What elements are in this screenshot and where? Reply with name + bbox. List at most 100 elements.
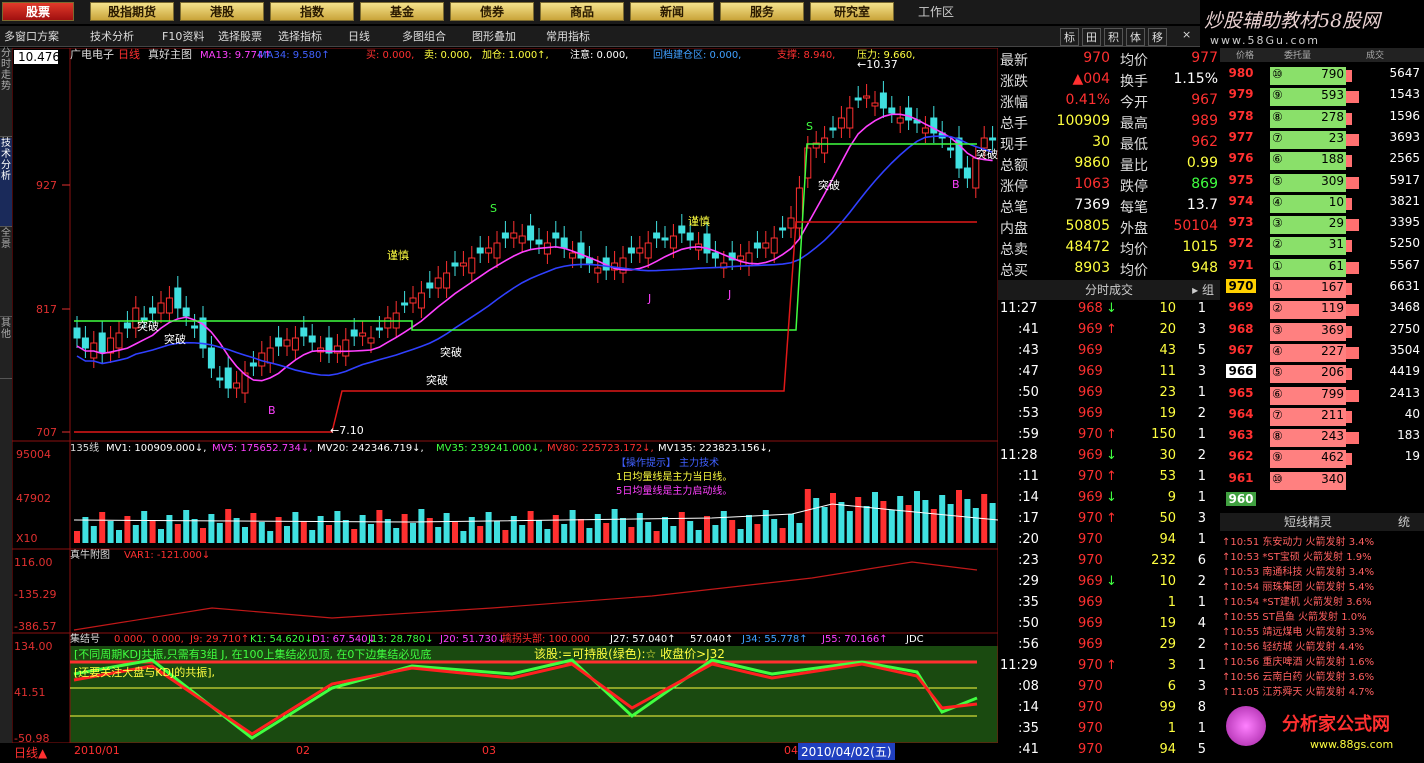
trade-row: :35 970 1 1 xyxy=(998,721,1220,742)
sub2-indicator-2: J9: 29.710↑ xyxy=(189,634,249,645)
candle-body xyxy=(669,235,677,249)
orderbook-row[interactable]: 978 ⑧ 278 1596 xyxy=(1220,109,1424,130)
volume-bar xyxy=(611,509,618,543)
quote-row: 最新 970 均价 977 xyxy=(998,50,1220,71)
orderbook-row[interactable]: 960 xyxy=(1220,492,1424,513)
orderbook-row[interactable]: 964 ⑦ 211 40 xyxy=(1220,407,1424,428)
trade-time: :17 xyxy=(1018,511,1039,526)
orderbook-row[interactable]: 961 ⑩ 340 xyxy=(1220,471,1424,492)
toolbar-item-3[interactable]: 选择股票 xyxy=(218,28,262,44)
volume-bar xyxy=(813,498,820,543)
shortline-item[interactable]: ↑10:56 重庆啤酒 火箭发射 1.6% xyxy=(1222,653,1424,668)
toolbar-tool-1[interactable]: 田 xyxy=(1082,28,1101,46)
annotation-s-1: S xyxy=(490,202,497,215)
toolbar-tool-0[interactable]: 标 xyxy=(1060,28,1079,46)
candle-body xyxy=(921,127,929,134)
trade-count: 8 xyxy=(1197,700,1206,715)
nav-button-5[interactable]: 债券 xyxy=(450,2,534,21)
nav-button-4[interactable]: 基金 xyxy=(360,2,444,21)
shortline-item[interactable]: ↑10:53 南通科技 火箭发射 3.4% xyxy=(1222,563,1424,578)
nav-button-9[interactable]: 研究室 xyxy=(810,2,894,21)
orderbook-row[interactable]: 973 ③ 29 3395 xyxy=(1220,215,1424,236)
shortline-item[interactable]: ↑10:54 丽珠集团 火箭发射 5.4% xyxy=(1222,578,1424,593)
toolbar-tool-3[interactable]: 体 xyxy=(1126,28,1145,46)
trade-header-toggle[interactable]: ▸ 组 xyxy=(1192,280,1214,300)
orderbook-filled: 2413 xyxy=(1389,385,1420,400)
volume-bar xyxy=(636,513,643,543)
nav-button-8[interactable]: 服务 xyxy=(720,2,804,21)
trade-volume: 3 xyxy=(1167,658,1176,673)
orderbook-volume-cell: ⑦ 23 xyxy=(1270,130,1346,149)
orderbook-row[interactable]: 979 ⑨ 593 1543 xyxy=(1220,87,1424,108)
volume-bar xyxy=(141,511,148,543)
nav-button-0[interactable]: 股票 xyxy=(2,2,74,21)
orderbook-row[interactable]: 969 ② 119 3468 xyxy=(1220,300,1424,321)
sidebar-tab-3[interactable]: 其他 xyxy=(0,318,12,379)
trade-count: 1 xyxy=(1197,658,1206,673)
toolbar-item-0[interactable]: 多窗口方案 xyxy=(4,28,59,44)
orderbook-row[interactable]: 970 ① 167 6631 xyxy=(1220,279,1424,300)
orderbook-row[interactable]: 980 ⑩ 790 5647 xyxy=(1220,66,1424,87)
volume-bar xyxy=(536,520,542,543)
orderbook-row[interactable]: 974 ④ 10 3821 xyxy=(1220,194,1424,215)
orderbook-row[interactable]: 975 ⑤ 309 5917 xyxy=(1220,173,1424,194)
toolbar-item-8[interactable]: 常用指标 xyxy=(546,28,590,44)
shortline-item[interactable]: ↑10:56 轻纺城 火箭发射 4.4% xyxy=(1222,638,1424,653)
volume-bar xyxy=(594,514,601,543)
orderbook-volume-cell: ③ 29 xyxy=(1270,216,1346,235)
volume-bar xyxy=(494,521,500,543)
shortline-item[interactable]: ↑10:56 云南白药 火箭发射 3.6% xyxy=(1222,668,1424,683)
nav-button-6[interactable]: 商品 xyxy=(540,2,624,21)
shortline-item[interactable]: ↑10:54 *ST建机 火箭发射 3.6% xyxy=(1222,593,1424,608)
main-indicator-1: MA34: 9.580↑ xyxy=(258,50,330,61)
orderbook-filled: 6631 xyxy=(1389,279,1420,293)
close-icon[interactable]: × xyxy=(1182,28,1191,41)
sidebar-tab-1[interactable]: 技术分析 xyxy=(0,138,12,227)
trade-volume: 43 xyxy=(1159,343,1176,358)
orderbook-row[interactable]: 968 ③ 369 2750 xyxy=(1220,322,1424,343)
volume-bar xyxy=(191,519,198,543)
shortline-item[interactable]: ↑11:05 江苏舜天 火箭发射 4.7% xyxy=(1222,683,1424,698)
sidebar-tab-2[interactable]: 全景 xyxy=(0,228,12,317)
shortline-item[interactable]: ↑10:51 东安动力 火箭发射 3.4% xyxy=(1222,533,1424,548)
orderbook-row[interactable]: 962 ⑨ 462 19 xyxy=(1220,449,1424,470)
sidebar-tab-0[interactable]: 分时走势 xyxy=(0,48,12,137)
orderbook-row[interactable]: 971 ① 61 5567 xyxy=(1220,258,1424,279)
toolbar-tool-4[interactable]: 移 xyxy=(1148,28,1167,46)
shortline-item[interactable]: ↑10:53 *ST宝硕 火箭发射 1.9% xyxy=(1222,548,1424,563)
toolbar-item-4[interactable]: 选择指标 xyxy=(278,28,322,44)
workspace-label[interactable]: 工作区 xyxy=(918,3,954,20)
nav-button-1[interactable]: 股指期货 xyxy=(90,2,174,21)
toolbar-item-5[interactable]: 日线 xyxy=(348,28,370,44)
orderbook-row[interactable]: 972 ② 31 5250 xyxy=(1220,236,1424,257)
orderbook-row[interactable]: 977 ⑦ 23 3693 xyxy=(1220,130,1424,151)
main-indicator-3: 卖: 0.000, xyxy=(424,49,472,61)
volume-bar xyxy=(435,527,442,543)
orderbook-volume: 206 xyxy=(1321,365,1344,380)
toolbar-item-7[interactable]: 图形叠加 xyxy=(472,28,516,44)
orderbook-row[interactable]: 966 ⑤ 206 4419 xyxy=(1220,364,1424,385)
toolbar-item-6[interactable]: 多图组合 xyxy=(402,28,446,44)
quote-value-2: 948 xyxy=(1191,260,1218,276)
toolbar-item-2[interactable]: F10资料 xyxy=(162,28,204,44)
orderbook-price: 965 xyxy=(1228,385,1254,400)
toolbar-tool-2[interactable]: 积 xyxy=(1104,28,1123,46)
nav-button-3[interactable]: 指数 xyxy=(270,2,354,21)
orderbook-row[interactable]: 965 ⑥ 799 2413 xyxy=(1220,386,1424,407)
shortline-tab[interactable]: 统 xyxy=(1398,513,1410,531)
orderbook-row[interactable]: 963 ⑧ 243 183 xyxy=(1220,428,1424,449)
orderbook-row[interactable]: 976 ⑥ 188 2565 xyxy=(1220,151,1424,172)
orderbook-volume: 188 xyxy=(1321,152,1344,167)
shortline-item[interactable]: ↑10:55 靖远煤电 火箭发射 3.3% xyxy=(1222,623,1424,638)
annotation-b-2: B xyxy=(952,178,960,191)
orderbook-level: ⑧ xyxy=(1272,109,1283,124)
toolbar-item-1[interactable]: 技术分析 xyxy=(90,28,134,44)
orderbook-row[interactable]: 967 ④ 227 3504 xyxy=(1220,343,1424,364)
period-selector[interactable]: 日线▲ xyxy=(14,744,47,761)
nav-button-7[interactable]: 新闻 xyxy=(630,2,714,21)
shortline-item[interactable]: ↑10:55 ST昌鱼 火箭发射 1.0% xyxy=(1222,608,1424,623)
candle-body xyxy=(493,242,501,259)
orderbook-level: ⑨ xyxy=(1272,450,1283,465)
sub2-y-tick-1: 41.51 xyxy=(14,686,46,699)
nav-button-2[interactable]: 港股 xyxy=(180,2,264,21)
